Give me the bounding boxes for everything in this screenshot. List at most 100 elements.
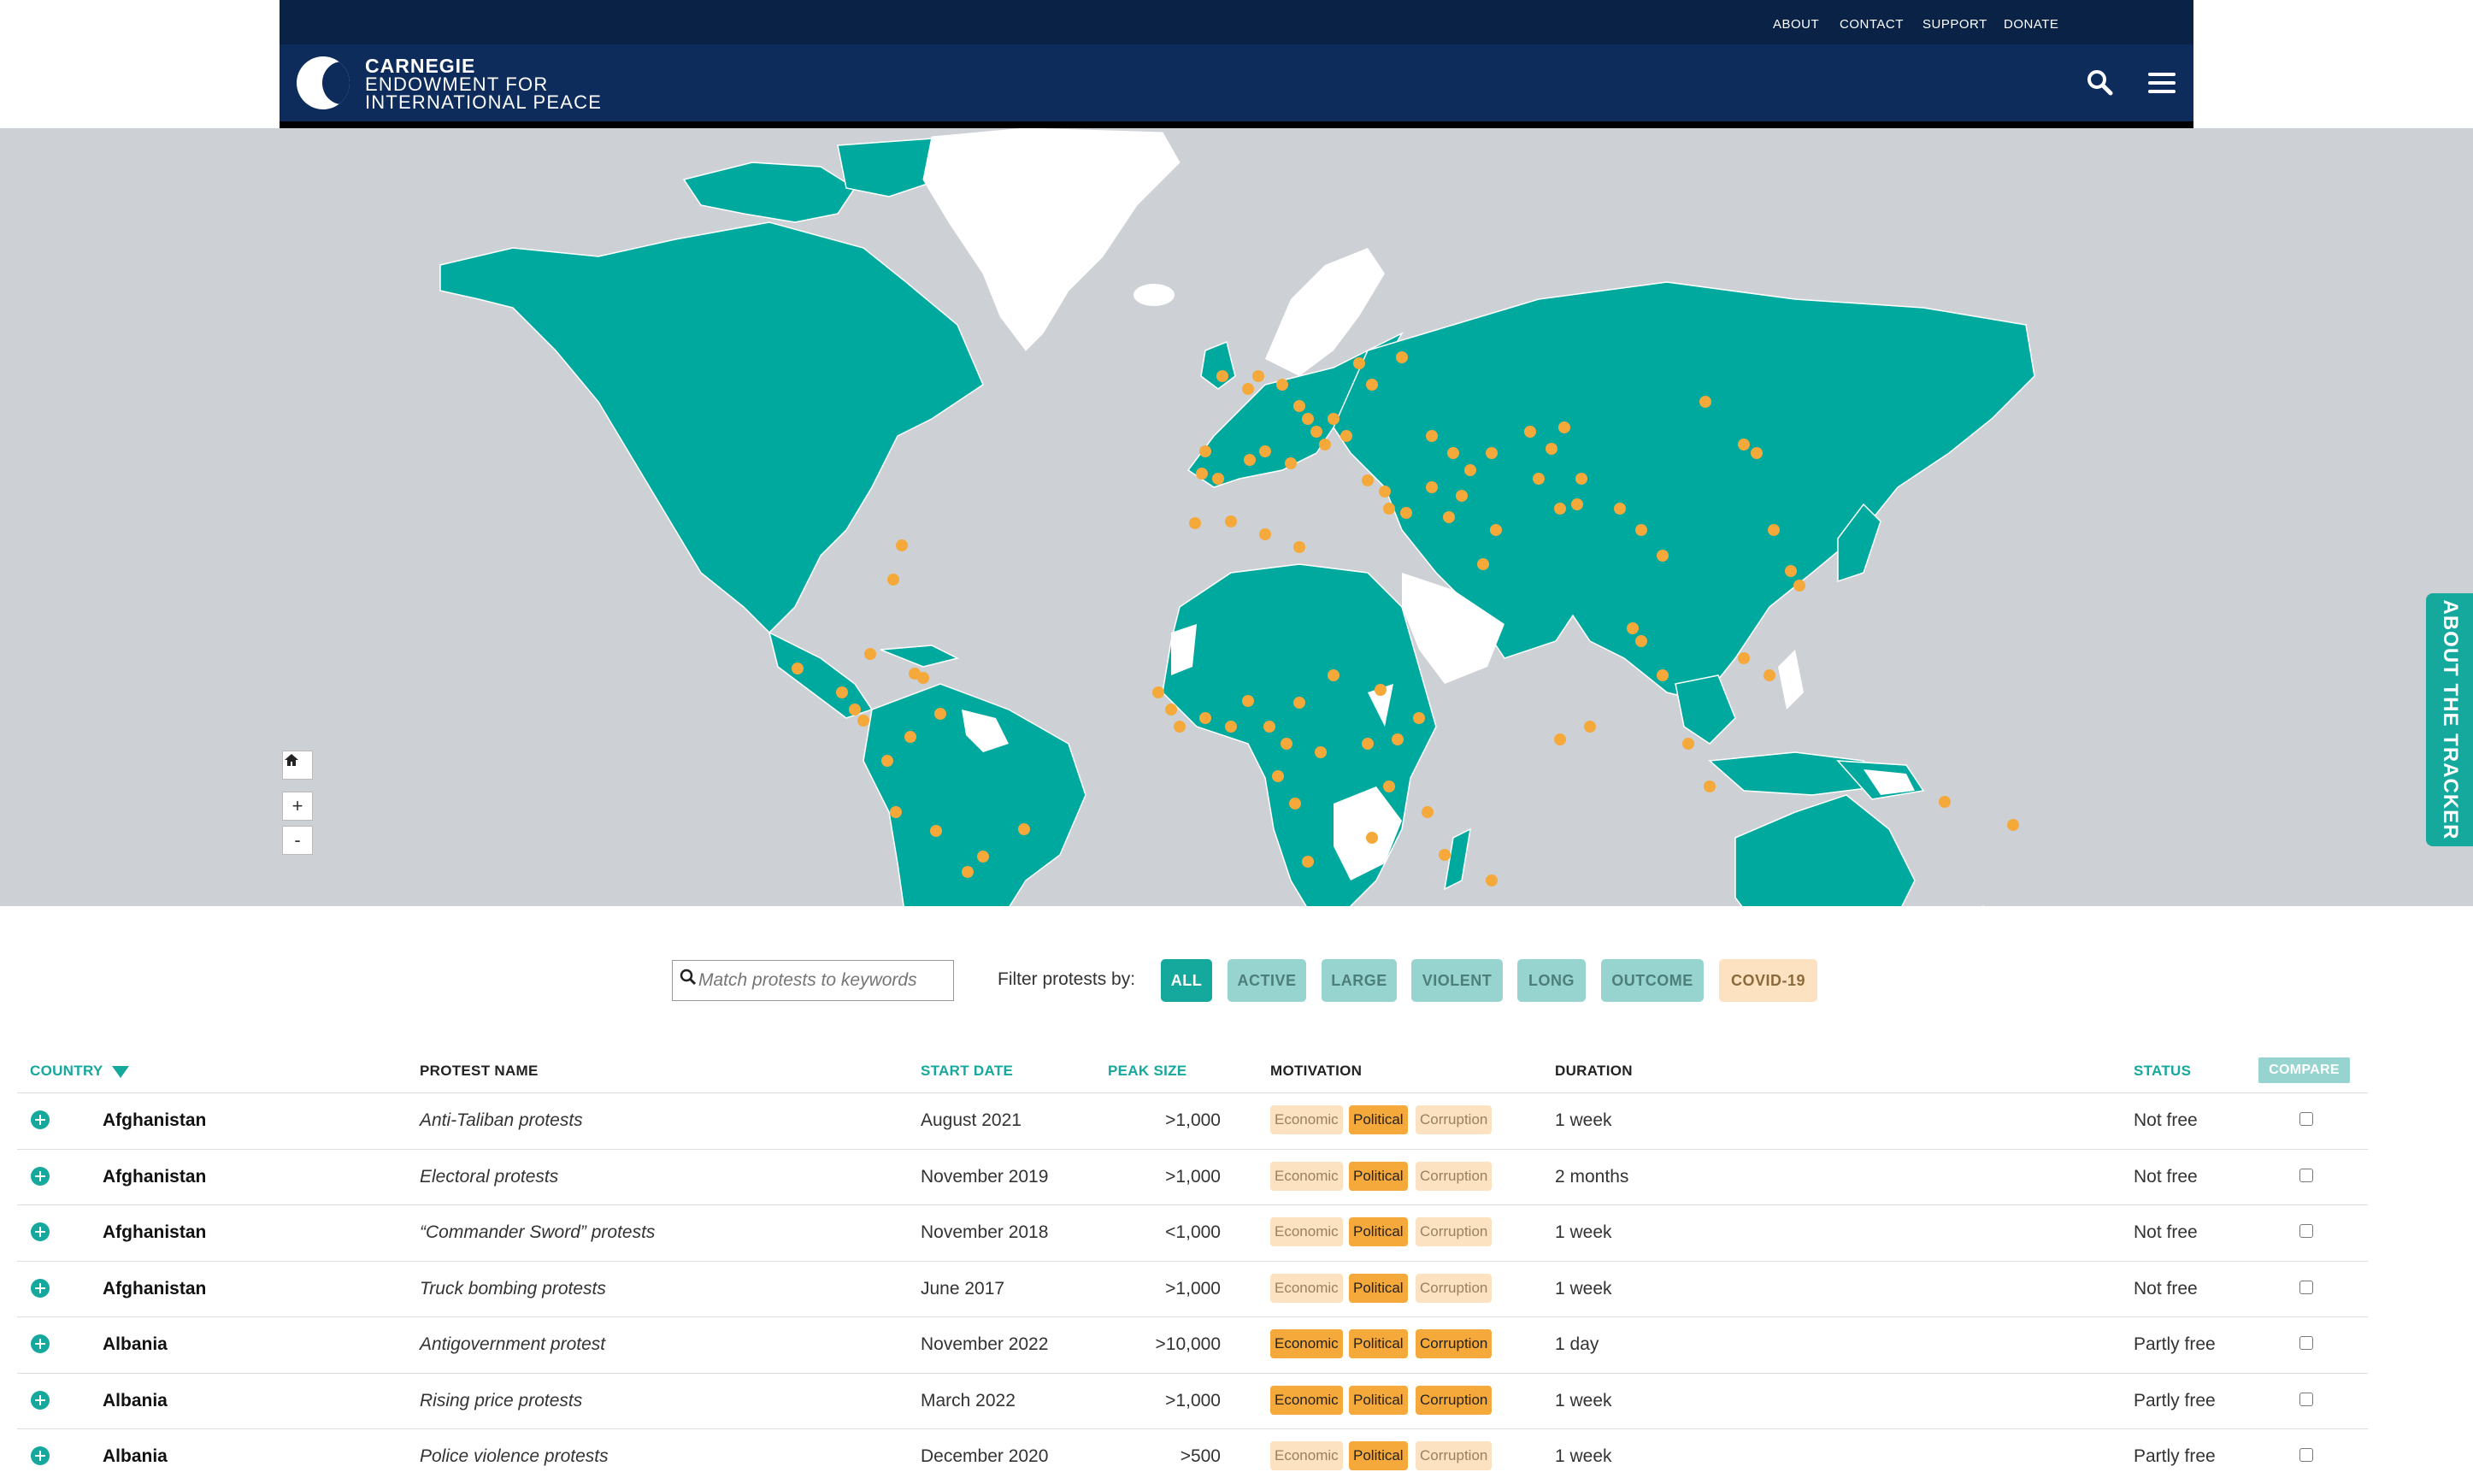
header-border <box>280 121 2193 128</box>
corruption-tag: Corruption <box>1416 1441 1493 1470</box>
table-row: Albania Police violence protests December … <box>17 1428 2368 1484</box>
status-cell: Not free <box>2134 1110 2198 1130</box>
protest-name-cell: Anti-Taliban protests <box>420 1110 583 1130</box>
protest-name-cell: Police violence protests <box>420 1446 609 1466</box>
hamburger-menu-icon[interactable] <box>2147 70 2176 96</box>
protest-name-header: PROTEST NAME <box>420 1063 539 1079</box>
expand-row-icon[interactable] <box>31 1167 50 1186</box>
peak-size-cell: <1,000 <box>1165 1222 1221 1242</box>
keyword-search-box[interactable] <box>672 960 954 1001</box>
start-date-cell: November 2022 <box>921 1334 1049 1354</box>
peak-size-cell: >1,000 <box>1165 1167 1221 1187</box>
search-icon[interactable] <box>2086 68 2113 96</box>
duration-cell: 1 week <box>1555 1391 1612 1410</box>
corruption-tag: Corruption <box>1416 1217 1493 1246</box>
duration-cell: 1 week <box>1555 1279 1612 1298</box>
political-tag: Political <box>1349 1441 1408 1470</box>
table-row: Afghanistan Electoral protests November 20… <box>17 1149 2368 1204</box>
sort-down-icon <box>112 1065 130 1078</box>
start-date-cell: November 2019 <box>921 1167 1049 1187</box>
about-the-tracker-tab[interactable]: ABOUT THE TRACKER <box>2426 593 2473 846</box>
country-cell: Albania <box>103 1334 168 1354</box>
filter-all-button[interactable]: ALL <box>1161 959 1212 1002</box>
corruption-tag: Corruption <box>1416 1329 1493 1358</box>
compare-checkbox[interactable] <box>2299 1336 2313 1350</box>
status-cell: Partly free <box>2134 1391 2216 1410</box>
expand-row-icon[interactable] <box>31 1222 50 1241</box>
compare-checkbox[interactable] <box>2299 1393 2313 1406</box>
filter-label: Filter protests by: <box>998 969 1136 989</box>
status-cell: Not free <box>2134 1279 2198 1298</box>
compare-button[interactable]: COMPARE <box>2258 1057 2350 1083</box>
start-date-cell: November 2018 <box>921 1222 1049 1242</box>
map-canvas[interactable] <box>0 128 2473 906</box>
about-link[interactable]: ABOUT <box>1773 17 1819 32</box>
start-date-cell: June 2017 <box>921 1279 1005 1298</box>
filter-violent-button[interactable]: VIOLENT <box>1411 959 1503 1002</box>
protest-name-cell: Electoral protests <box>420 1167 559 1187</box>
table-row: Afghanistan Anti-Taliban protests August 2… <box>17 1092 2368 1148</box>
map-home-button[interactable] <box>282 751 313 780</box>
country-cell: Albania <box>103 1446 168 1466</box>
country-cell: Albania <box>103 1391 168 1410</box>
compare-checkbox[interactable] <box>2299 1169 2313 1182</box>
political-tag: Political <box>1349 1329 1408 1358</box>
economic-tag: Economic <box>1270 1386 1343 1415</box>
economic-tag: Economic <box>1270 1274 1343 1303</box>
duration-cell: 1 week <box>1555 1110 1612 1130</box>
table-row: Afghanistan Truck bombing protests June 20… <box>17 1261 2368 1316</box>
table-row: Albania Rising price protests March 2022 >1… <box>17 1373 2368 1428</box>
political-tag: Political <box>1349 1105 1408 1134</box>
carnegie-logo-icon[interactable] <box>297 56 350 109</box>
compare-checkbox[interactable] <box>2299 1112 2313 1126</box>
political-tag: Political <box>1349 1386 1408 1415</box>
table-row: Afghanistan “Commander Sword” protests Nov… <box>17 1204 2368 1260</box>
economic-tag: Economic <box>1270 1441 1343 1470</box>
status-header[interactable]: STATUS <box>2134 1063 2191 1080</box>
world-map[interactable]: + - <box>0 128 2473 906</box>
zoom-out-button[interactable]: - <box>282 826 313 855</box>
corruption-tag: Corruption <box>1416 1105 1493 1134</box>
filter-outcome-button[interactable]: OUTCOME <box>1601 959 1704 1002</box>
country-cell: Afghanistan <box>103 1167 207 1187</box>
protest-name-cell: Rising price protests <box>420 1391 583 1410</box>
expand-row-icon[interactable] <box>31 1110 50 1129</box>
expand-row-icon[interactable] <box>31 1446 50 1465</box>
compare-checkbox[interactable] <box>2299 1448 2313 1462</box>
economic-tag: Economic <box>1270 1217 1343 1246</box>
expand-row-icon[interactable] <box>31 1334 50 1353</box>
filter-long-button[interactable]: LONG <box>1517 959 1586 1002</box>
filter-large-button[interactable]: LARGE <box>1322 959 1397 1002</box>
corruption-tag: Corruption <box>1416 1274 1493 1303</box>
duration-cell: 1 week <box>1555 1222 1612 1242</box>
political-tag: Political <box>1349 1217 1408 1246</box>
contact-link[interactable]: CONTACT <box>1840 17 1904 32</box>
logo-text-line3[interactable]: INTERNATIONAL PEACE <box>365 91 602 114</box>
status-cell: Not free <box>2134 1167 2198 1187</box>
filter-active-button[interactable]: ACTIVE <box>1228 959 1306 1002</box>
peak-size-header[interactable]: PEAK SIZE <box>1108 1063 1186 1080</box>
filter-covid-button[interactable]: COVID-19 <box>1719 959 1817 1002</box>
zoom-in-button[interactable]: + <box>282 792 313 821</box>
donate-link[interactable]: DONATE <box>2004 17 2058 32</box>
compare-checkbox[interactable] <box>2299 1224 2313 1238</box>
about-tab-label: ABOUT THE TRACKER <box>2438 599 2462 840</box>
country-header-label: COUNTRY <box>30 1063 103 1079</box>
table-row: Albania Antigovernment protest November 20… <box>17 1316 2368 1372</box>
utility-bar: ABOUT CONTACT SUPPORT DONATE <box>280 0 2193 44</box>
keyword-search-input[interactable] <box>698 968 946 993</box>
site-header: ABOUT CONTACT SUPPORT DONATE CARNEGIE EN… <box>280 0 2193 123</box>
start-date-header[interactable]: START DATE <box>921 1063 1013 1080</box>
country-header[interactable]: COUNTRY <box>30 1063 130 1080</box>
country-cell: Afghanistan <box>103 1110 207 1130</box>
search-icon <box>680 969 697 986</box>
start-date-cell: December 2020 <box>921 1446 1049 1466</box>
protest-name-cell: Antigovernment protest <box>420 1334 606 1354</box>
expand-row-icon[interactable] <box>31 1279 50 1298</box>
peak-size-cell: >10,000 <box>1155 1334 1222 1354</box>
support-link[interactable]: SUPPORT <box>1922 17 1987 32</box>
compare-checkbox[interactable] <box>2299 1281 2313 1294</box>
expand-row-icon[interactable] <box>31 1391 50 1410</box>
duration-cell: 2 months <box>1555 1167 1629 1187</box>
home-icon <box>285 754 298 766</box>
